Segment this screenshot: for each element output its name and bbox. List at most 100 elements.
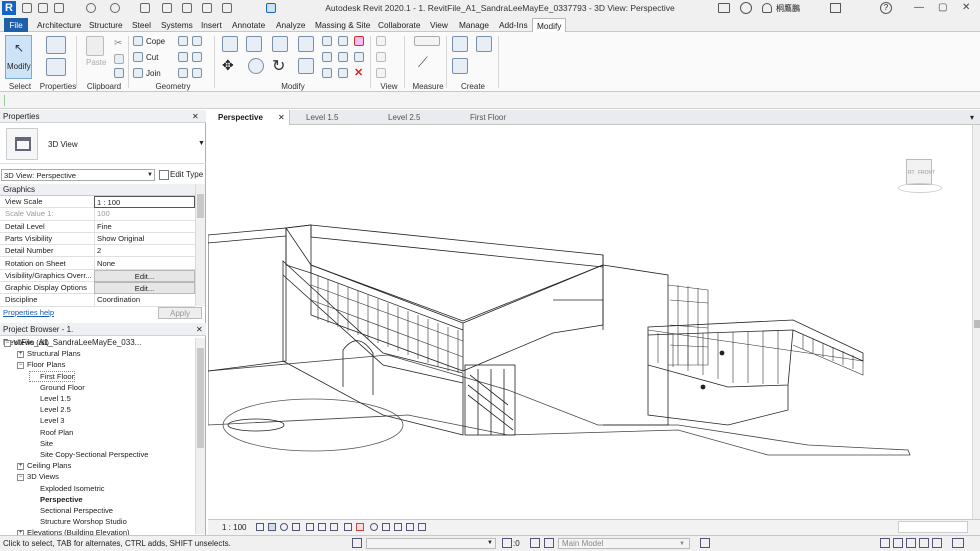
shadows-icon[interactable] [292,523,300,531]
viewcube[interactable]: RT FRONT [898,153,942,197]
cope-icon[interactable] [133,36,143,46]
minimize-icon[interactable]: — [914,2,924,13]
properties-help-link[interactable]: Properties help [3,308,54,317]
create-assembly-icon[interactable] [452,36,468,52]
tree-item[interactable]: + Ceiling Plans [17,461,71,470]
view-tab-first-floor[interactable]: First Floor [460,110,538,125]
sun-path-icon[interactable] [280,523,288,531]
cut-label[interactable]: Cut [146,53,158,62]
reveal-hidden-icon[interactable] [370,523,378,531]
tree-item[interactable]: Site [30,439,53,448]
tab-insert[interactable]: Insert [197,18,226,32]
extend-icon[interactable] [338,68,348,78]
wall-joins-icon[interactable] [178,52,188,62]
tab-view[interactable]: View [426,18,452,32]
crop-view-icon[interactable] [318,523,326,531]
trim-single-icon[interactable] [322,68,332,78]
tab-annotate[interactable]: Annotate [228,18,269,32]
visibility-edit-button[interactable]: Edit... [94,269,195,282]
tab-analyze[interactable]: Analyze [272,18,310,32]
tab-systems[interactable]: Systems [157,18,197,32]
render-icon[interactable] [306,523,314,531]
edit-type-icon[interactable] [159,170,169,180]
collapse-icon[interactable]: − [17,473,24,481]
select-by-face-icon[interactable] [919,538,929,548]
tree-item[interactable]: − Views (all) [4,338,49,347]
prop-value[interactable]: Show Original [94,232,195,245]
worksharing-icon[interactable] [382,523,390,531]
workset-dropdown[interactable]: ▼ [366,538,496,549]
paint-icon[interactable] [192,36,202,46]
tab-manage[interactable]: Manage [455,18,493,32]
worksets-icon[interactable] [352,538,362,548]
unpin-icon[interactable] [338,52,348,62]
move-icon[interactable]: ✥ [222,58,238,74]
prop-value[interactable]: Fine [94,220,195,233]
tree-item[interactable]: Perspective [30,495,83,504]
properties-scrollbar[interactable] [195,184,205,306]
tab-massing-site[interactable]: Massing & Site [311,18,374,32]
copy-element-icon[interactable] [248,58,264,74]
properties-icon[interactable] [46,36,66,54]
reveal-constraints-icon[interactable] [418,523,426,531]
view-restore-icon[interactable]: ▾ [970,113,974,122]
tree-item[interactable]: Ground Floor [30,383,85,392]
editable-only-icon[interactable] [700,538,710,548]
view-tab-perspective[interactable]: Perspective ✕ [208,110,290,125]
modify-button[interactable]: ↖ Modify [5,35,32,79]
temporary-hide-icon[interactable] [356,523,364,531]
tree-item[interactable]: −3D Views [17,472,59,481]
prop-value[interactable]: 2 [94,245,195,258]
search-icon[interactable] [718,3,730,13]
type-selector[interactable]: 3D View ▼ [0,124,206,164]
exclude-options-icon[interactable] [544,538,554,548]
hide-icon[interactable] [376,36,386,46]
editing-requests-icon[interactable] [502,538,512,548]
graphic-display-edit-button[interactable]: Edit... [94,282,195,295]
view-scale-input[interactable]: 1 : 100 [94,196,195,208]
visual-style-icon[interactable] [268,523,276,531]
mirror-pick-icon[interactable] [272,36,288,52]
match-properties-icon[interactable] [114,68,124,78]
undo-icon[interactable] [86,3,96,13]
cart-icon[interactable] [830,3,841,13]
switch-windows-icon[interactable] [266,3,276,13]
tab-structure[interactable]: Structure [85,18,127,32]
cut-geometry-icon[interactable] [133,52,143,62]
show-crop-icon[interactable] [330,523,338,531]
open-icon[interactable] [22,3,32,13]
sync-icon[interactable] [54,3,64,13]
design-option-dropdown[interactable]: Main Model ▼ [558,538,690,549]
expand-icon[interactable]: + [17,462,24,470]
split-icon[interactable] [322,36,332,46]
rotate-icon[interactable]: ↻ [272,56,285,76]
scale-icon[interactable] [322,52,332,62]
view-tab-level-1-5[interactable]: Level 1.5 [296,110,374,125]
scrollbar-thumb[interactable] [197,348,204,448]
viewcube-compass-ring[interactable] [898,183,942,193]
dimension-icon[interactable]: ⟋ [418,54,428,71]
measure-between-icon[interactable] [414,36,440,46]
cope-label[interactable]: Cope [146,37,165,46]
default-3d-icon[interactable] [222,3,232,13]
tree-item[interactable]: Sectional Perspective [30,506,113,515]
filter-icon[interactable] [952,538,964,548]
viewcube-face[interactable]: RT FRONT [906,159,935,185]
instance-selector[interactable]: 3D View: Perspective ▼ [1,169,155,181]
browser-scrollbar[interactable] [195,338,205,534]
type-dropdown-icon[interactable]: ▼ [198,140,205,147]
3d-viewport[interactable]: RT FRONT [208,125,972,519]
revit-logo-icon[interactable]: R [2,1,16,15]
tab-architecture[interactable]: Architecture [33,18,85,32]
select-links-icon[interactable] [880,538,890,548]
tree-item[interactable]: − Floor Plans [17,360,65,369]
measure-icon[interactable] [162,3,172,13]
override-icon[interactable] [376,52,386,62]
text-icon[interactable] [202,3,212,13]
lock-3d-icon[interactable] [344,523,352,531]
viewbar-horizontal-scrollbar[interactable] [898,521,968,533]
align-icon[interactable] [222,36,238,52]
tab-steel[interactable]: Steel [128,18,155,32]
design-options-icon[interactable] [530,538,540,548]
tree-item[interactable]: Level 2.5 [30,405,71,414]
